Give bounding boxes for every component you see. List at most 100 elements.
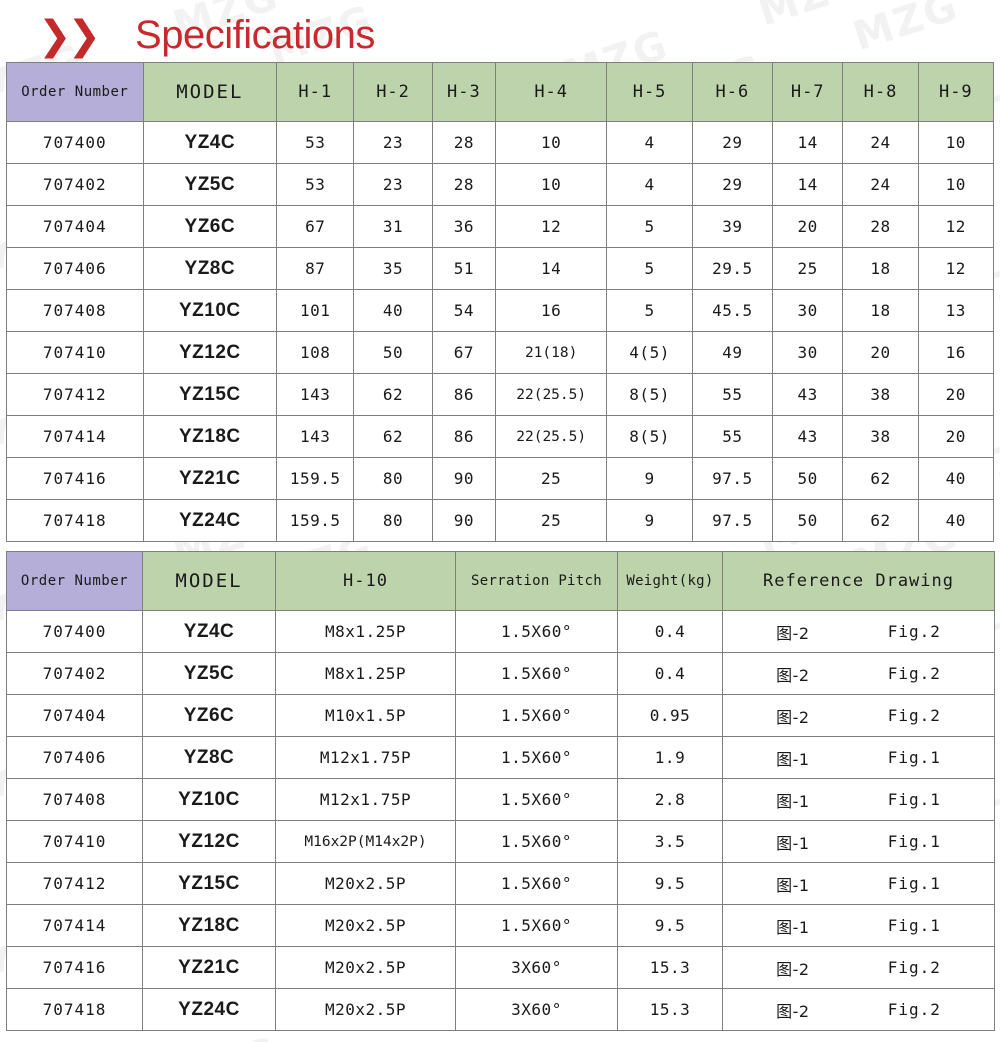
column-header-serration-pitch: Serration Pitch xyxy=(455,551,618,611)
cell-order-number: 707404 xyxy=(6,205,144,248)
double-chevron-right-icon: ❯❯ xyxy=(38,13,101,59)
page-header: ❯❯ Specifications xyxy=(0,0,1000,62)
reference-drawing-en: Fig.1 xyxy=(887,832,941,851)
reference-drawing-en: Fig.1 xyxy=(887,790,941,809)
reference-drawing-cn: 图-2 xyxy=(776,1001,810,1021)
cell-h-3: 86 xyxy=(431,415,496,458)
cell-h-1: 53 xyxy=(276,121,355,164)
cell-h-4: 25 xyxy=(494,499,608,542)
cell-model: YZ12C xyxy=(142,820,276,863)
column-header-h-7: H-7 xyxy=(772,62,844,122)
reference-drawing-en: Fig.2 xyxy=(887,958,941,977)
cell-h-4: 25 xyxy=(494,457,608,500)
reference-drawing-inner: 图-1 Fig.1 xyxy=(723,788,994,812)
cell-model: YZ8C xyxy=(142,247,278,290)
cell-weight: 15.3 xyxy=(617,988,723,1031)
cell-reference-drawing: 图-2 Fig.2 xyxy=(722,694,995,737)
cell-h-10: M8x1.25P xyxy=(275,610,456,653)
cell-weight: 1.9 xyxy=(617,736,723,779)
cell-order-number: 707400 xyxy=(6,121,144,164)
cell-h-8: 24 xyxy=(842,163,919,206)
reference-drawing-inner: 图-2 Fig.2 xyxy=(723,998,994,1022)
table-row: 707414 YZ18C 143 62 86 22(25.5) 8(5) 55 43 38 20 xyxy=(6,415,995,458)
cell-h-1: 87 xyxy=(276,247,355,290)
table-row: 707412 YZ15C 143 62 86 22(25.5) 8(5) 55 43 38 20 xyxy=(6,373,995,416)
table-row: 707416 YZ21C M20x2.5P 3X60° 15.3 图-2 Fig.2 xyxy=(6,946,995,989)
cell-h-7: 50 xyxy=(772,457,844,500)
specifications-table-2: Order Number MODEL H-10 Serration Pitch Weig… xyxy=(6,551,995,1031)
table-row: 707418 YZ24C 159.5 80 90 25 9 97.5 50 62 40 xyxy=(6,499,995,542)
cell-h-6: 39 xyxy=(691,205,774,248)
cell-model: YZ5C xyxy=(142,652,276,695)
cell-h-9: 20 xyxy=(917,415,995,458)
cell-h-10: M12x1.75P xyxy=(275,736,456,779)
cell-order-number: 707418 xyxy=(6,988,143,1031)
cell-h-3: 86 xyxy=(431,373,496,416)
cell-reference-drawing: 图-2 Fig.2 xyxy=(722,988,995,1031)
cell-h-6: 29.5 xyxy=(691,247,774,290)
cell-model: YZ15C xyxy=(142,862,276,905)
reference-drawing-cn: 图-1 xyxy=(776,917,810,937)
cell-model: YZ10C xyxy=(142,289,278,332)
cell-h-9: 16 xyxy=(917,331,995,374)
column-header-h-1: H-1 xyxy=(276,62,355,122)
table-row: 707404 YZ6C 67 31 36 12 5 39 20 28 12 xyxy=(6,205,995,248)
cell-model: YZ10C xyxy=(142,778,276,821)
cell-h-2: 62 xyxy=(353,415,433,458)
cell-order-number: 707402 xyxy=(6,163,144,206)
cell-h-1: 53 xyxy=(276,163,355,206)
reference-drawing-cn: 图-1 xyxy=(776,791,810,811)
table-header-row: Order Number MODEL H-10 Serration Pitch Weig… xyxy=(6,551,995,611)
cell-h-1: 108 xyxy=(276,331,355,374)
cell-h-8: 62 xyxy=(842,457,919,500)
cell-h-6: 49 xyxy=(691,331,774,374)
cell-order-number: 707414 xyxy=(6,415,144,458)
cell-h-7: 30 xyxy=(772,289,844,332)
cell-serration-pitch: 1.5X60° xyxy=(455,736,618,779)
cell-h-5: 5 xyxy=(606,289,693,332)
cell-h-5: 4 xyxy=(606,121,693,164)
cell-reference-drawing: 图-2 Fig.2 xyxy=(722,610,995,653)
cell-h-8: 38 xyxy=(842,373,919,416)
column-header-h-6: H-6 xyxy=(691,62,774,122)
cell-weight: 0.4 xyxy=(617,652,723,695)
cell-h-2: 62 xyxy=(353,373,433,416)
specifications-table-2-wrap: Order Number MODEL H-10 Serration Pitch Weig… xyxy=(0,551,1000,1031)
table-row: 707414 YZ18C M20x2.5P 1.5X60° 9.5 图-1 Fig.1 xyxy=(6,904,995,947)
cell-h-2: 50 xyxy=(353,331,433,374)
cell-h-2: 31 xyxy=(353,205,433,248)
cell-h-2: 80 xyxy=(353,499,433,542)
cell-order-number: 707400 xyxy=(6,610,143,653)
cell-h-9: 12 xyxy=(917,247,995,290)
cell-serration-pitch: 1.5X60° xyxy=(455,652,618,695)
cell-h-4: 10 xyxy=(494,163,608,206)
cell-h-4: 12 xyxy=(494,205,608,248)
cell-serration-pitch: 3X60° xyxy=(455,946,618,989)
cell-h-8: 28 xyxy=(842,205,919,248)
reference-drawing-inner: 图-2 Fig.2 xyxy=(723,704,994,728)
cell-h-5: 8(5) xyxy=(606,373,693,416)
cell-serration-pitch: 1.5X60° xyxy=(455,862,618,905)
cell-h-1: 67 xyxy=(276,205,355,248)
cell-h-9: 10 xyxy=(917,121,995,164)
cell-h-7: 43 xyxy=(772,373,844,416)
cell-model: YZ12C xyxy=(142,331,278,374)
cell-h-3: 90 xyxy=(431,457,496,500)
cell-h-5: 4 xyxy=(606,163,693,206)
cell-reference-drawing: 图-2 Fig.2 xyxy=(722,946,995,989)
cell-weight: 2.8 xyxy=(617,778,723,821)
cell-serration-pitch: 3X60° xyxy=(455,988,618,1031)
cell-order-number: 707408 xyxy=(6,289,144,332)
cell-h-4: 21(18) xyxy=(494,331,608,374)
cell-order-number: 707404 xyxy=(6,694,143,737)
table-row: 707408 YZ10C 101 40 54 16 5 45.5 30 18 13 xyxy=(6,289,995,332)
cell-h-7: 25 xyxy=(772,247,844,290)
table-row: 707410 YZ12C 108 50 67 21(18) 4(5) 49 30 20 16 xyxy=(6,331,995,374)
cell-weight: 15.3 xyxy=(617,946,723,989)
cell-h-9: 10 xyxy=(917,163,995,206)
reference-drawing-cn: 图-2 xyxy=(776,665,810,685)
cell-model: YZ4C xyxy=(142,121,278,164)
cell-h-5: 9 xyxy=(606,499,693,542)
table-row: 707400 YZ4C 53 23 28 10 4 29 14 24 10 xyxy=(6,121,995,164)
specifications-table-1-wrap: Order Number MODEL H-1 H-2 H-3 H-4 H-5 H-6 H-7 H-… xyxy=(0,62,1000,542)
